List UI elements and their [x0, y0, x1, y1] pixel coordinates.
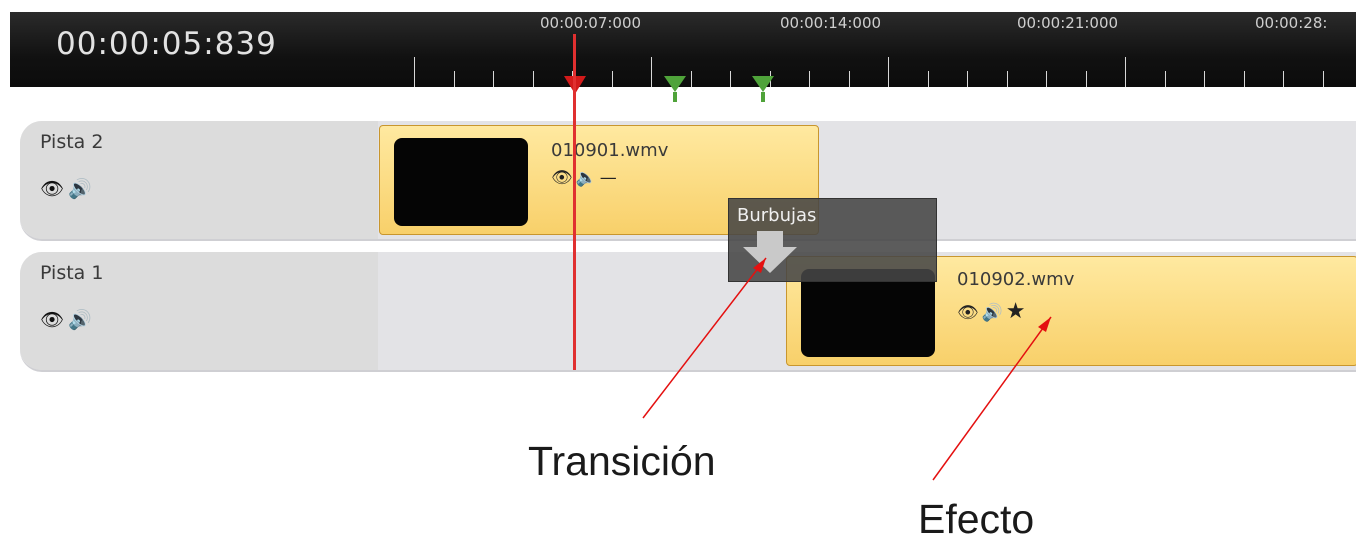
ruler-tick: [651, 57, 652, 87]
speaker-icon[interactable]: 🔊: [68, 309, 96, 331]
ruler-tick: [730, 71, 731, 87]
ruler-tick: [967, 71, 968, 87]
ruler-label-7s: 00:00:07:000: [540, 14, 642, 32]
muted-speaker-icon[interactable]: 🔈—: [576, 168, 620, 188]
track-1-controls: 👁🔊: [40, 308, 96, 331]
down-arrow-icon: [743, 231, 797, 273]
transition-label: Burbujas: [737, 205, 817, 226]
ruler-tick: [414, 57, 415, 87]
marker-green-2-stem: [761, 92, 765, 102]
ruler-tick: [1204, 71, 1205, 87]
current-timecode: 00:00:05:839: [56, 26, 277, 62]
ruler-tick: [1085, 71, 1087, 87]
ruler-tick: [1006, 71, 1008, 87]
ruler-tick: [611, 71, 613, 87]
ruler-tick: [1322, 71, 1324, 87]
star-icon[interactable]: ★: [1006, 299, 1029, 324]
ruler-tick: [1046, 71, 1047, 87]
clip-thumbnail: [801, 269, 935, 357]
ruler-tick: [888, 57, 889, 87]
clip-thumbnail: [394, 138, 528, 226]
track-2-name: Pista 2: [40, 131, 104, 153]
eye-icon[interactable]: 👁: [40, 178, 68, 200]
marker-green-1[interactable]: [664, 76, 686, 92]
ruler-tick: [927, 71, 929, 87]
transition-annotation: Transición: [528, 438, 716, 484]
ruler-tick: [493, 71, 494, 87]
track-1-header[interactable]: Pista 1 👁🔊: [20, 252, 378, 370]
clip-controls: 👁🔊★: [957, 299, 1029, 324]
ruler-tick: [809, 71, 810, 87]
clip-controls: 👁🔈—: [551, 168, 620, 188]
transition-box[interactable]: Burbujas: [728, 198, 937, 282]
speaker-icon[interactable]: 🔊: [982, 303, 1006, 323]
speaker-icon[interactable]: 🔊: [68, 178, 96, 200]
track-2-controls: 👁🔊: [40, 177, 96, 200]
playhead-line[interactable]: [573, 34, 576, 370]
ruler-tick: [453, 71, 455, 87]
ruler-tick: [1243, 71, 1245, 87]
marker-green-1-stem: [673, 92, 677, 102]
track-1-name: Pista 1: [40, 262, 104, 284]
effect-annotation: Efecto: [918, 496, 1035, 542]
marker-green-2[interactable]: [752, 76, 774, 92]
eye-icon[interactable]: 👁: [40, 309, 68, 331]
ruler-tick: [848, 71, 850, 87]
clip-name: 010901.wmv: [551, 140, 669, 161]
ruler-tick: [690, 71, 692, 87]
clip-name: 010902.wmv: [957, 269, 1075, 290]
track-2-header[interactable]: Pista 2 👁🔊: [20, 121, 378, 239]
eye-icon[interactable]: 👁: [957, 303, 982, 323]
ruler-tick: [1125, 57, 1126, 87]
ruler-tick: [1283, 71, 1284, 87]
ruler-tick: [1164, 71, 1166, 87]
ruler-tick: [532, 71, 534, 87]
eye-icon[interactable]: 👁: [551, 168, 576, 188]
ruler-label-28s: 00:00:28:: [1255, 14, 1328, 32]
ruler-label-14s: 00:00:14:000: [780, 14, 882, 32]
ruler-label-21s: 00:00:21:000: [1017, 14, 1119, 32]
